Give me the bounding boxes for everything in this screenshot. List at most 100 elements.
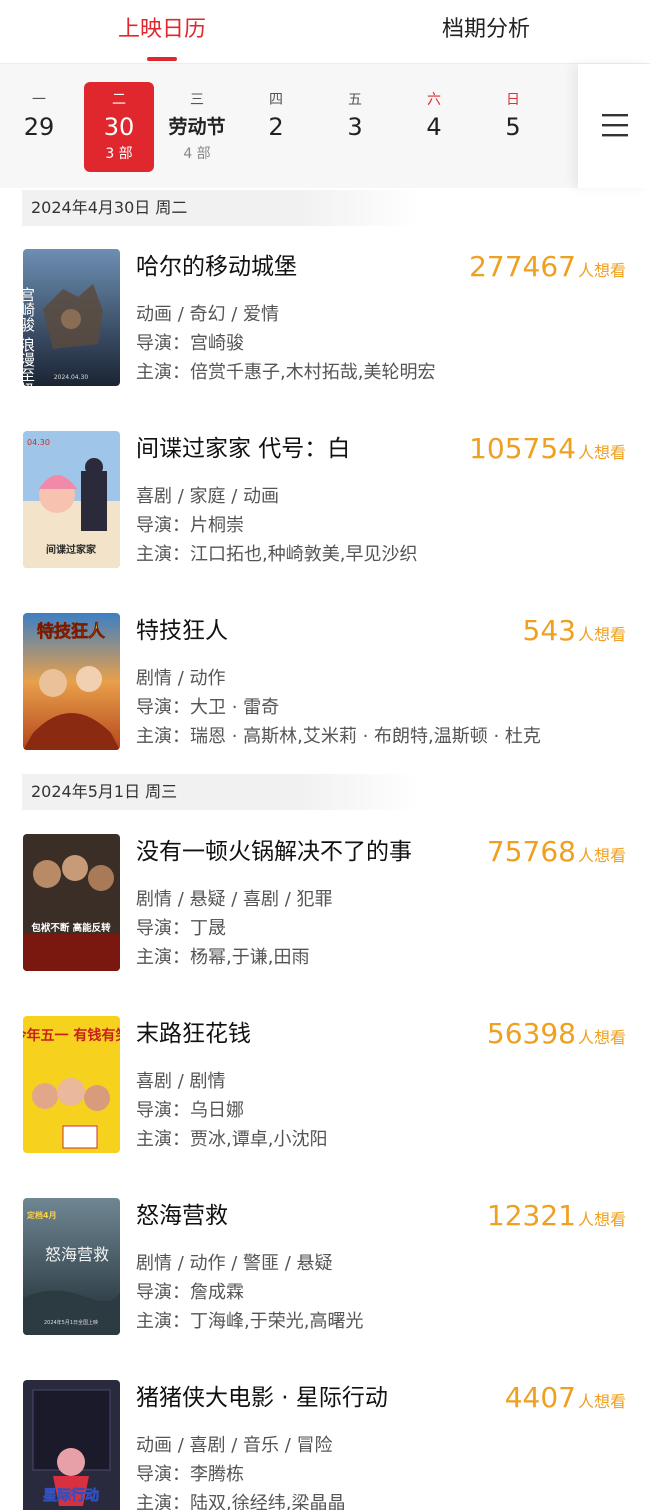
cast-names: 倍赏千惠子,木村拓哉,美轮明宏 bbox=[190, 362, 436, 383]
movie-row[interactable]: 星际行动 猪猪侠大电影 · 星际行动 4407 人想看 动画 / 喜剧 / 音乐 … bbox=[0, 1368, 650, 1510]
want-to-watch: 277467 人想看 bbox=[469, 251, 626, 287]
cast-prefix: 主演： bbox=[136, 544, 190, 565]
want-count: 105754 bbox=[469, 432, 576, 465]
movie-row[interactable]: 特技狂人 特技狂人 543 人想看 剧情 / 动作 导演：大卫 · 雷奇 主演：瑞… bbox=[0, 601, 650, 761]
want-to-watch: 543 人想看 bbox=[523, 615, 626, 651]
director-prefix: 导演： bbox=[136, 697, 190, 718]
weekday-label: 六 bbox=[427, 92, 441, 108]
movie-poster: 定档4月 怒海营救 2024年5月1日全国上映 bbox=[23, 1198, 120, 1335]
want-label: 人想看 bbox=[577, 625, 626, 644]
movie-poster: 04.30 间谍过家家 bbox=[23, 431, 120, 568]
svg-text:2024年5月1日全国上映: 2024年5月1日全国上映 bbox=[44, 1319, 98, 1326]
movie-row[interactable]: 包袱不断 高能反转 没有一顿火锅解决不了的事 75768 人想看 剧情 / 悬疑 … bbox=[0, 822, 650, 982]
active-tab-indicator bbox=[147, 57, 177, 61]
movie-director: 导演：大卫 · 雷奇 bbox=[136, 696, 279, 720]
weekday-label: 日 bbox=[506, 92, 520, 108]
day-number: 30 bbox=[103, 113, 135, 141]
movie-row[interactable]: 宫崎骏 浪漫至极 2024.04.30 哈尔的移动城堡 277467人想看 动画… bbox=[0, 237, 650, 397]
movie-genre: 动画 / 奇幻 / 爱情 bbox=[136, 304, 280, 325]
svg-text:特技狂人: 特技狂人 bbox=[37, 621, 106, 642]
holiday-label: 劳动节 bbox=[168, 116, 226, 138]
movie-count: 4 部 bbox=[183, 146, 211, 162]
movie-title: 末路狂花钱 bbox=[136, 1021, 251, 1047]
director-prefix: 导演： bbox=[136, 333, 190, 354]
menu-icon[interactable] bbox=[602, 112, 628, 138]
want-count: 4407 bbox=[504, 1381, 576, 1414]
svg-text:宫崎骏 浪漫至极: 宫崎骏 浪漫至极 bbox=[23, 287, 36, 386]
movie-genre: 喜剧 / 剧情 bbox=[136, 1071, 226, 1092]
want-to-watch: 75768 人想看 bbox=[487, 836, 626, 872]
cast-names: 贾冰,谭卓,小沈阳 bbox=[190, 1129, 328, 1150]
want-label: 人想看 bbox=[577, 846, 626, 865]
want-label: 人想看 bbox=[577, 1210, 626, 1229]
movie-title: 没有一顿火锅解决不了的事 bbox=[136, 839, 412, 865]
day-number: 3 bbox=[347, 113, 363, 141]
day-number: 2 bbox=[268, 113, 284, 141]
cast-names: 江口拓也,种崎敦美,早见沙织 bbox=[190, 544, 418, 565]
movie-director: 导演：乌日娜 bbox=[136, 1099, 244, 1123]
movie-poster: 特技狂人 bbox=[23, 613, 120, 750]
cast-names: 瑞恩 · 高斯林,艾米莉 · 布朗特,温斯顿 · 杜克 bbox=[190, 726, 541, 747]
day-number: 4 bbox=[426, 113, 442, 141]
movie-cast: 主演：江口拓也,种崎敦美,早见沙织 bbox=[136, 543, 417, 567]
movie-cast: 主演：贾冰,谭卓,小沈阳 bbox=[136, 1128, 327, 1152]
weekday-label: 四 bbox=[269, 92, 283, 108]
weekday-label: 五 bbox=[348, 92, 362, 108]
day-number: 5 bbox=[505, 113, 521, 141]
want-count: 75768 bbox=[486, 835, 576, 868]
cast-prefix: 主演： bbox=[136, 947, 190, 968]
movie-director: 导演：宫崎骏 bbox=[136, 332, 244, 356]
date-item-thu[interactable]: 四 2 bbox=[241, 82, 311, 172]
weekday-label: 三 bbox=[190, 92, 204, 108]
movie-title: 间谍过家家 代号：白 bbox=[136, 436, 351, 462]
date-item-sun[interactable]: 日 5 bbox=[478, 82, 548, 172]
want-label: 人想看 bbox=[577, 1028, 626, 1047]
want-to-watch: 4407 人想看 bbox=[505, 1382, 626, 1418]
tab-release-calendar[interactable]: 上映日历 bbox=[118, 14, 206, 46]
date-selector-bar: 一 29 二 30 3 部 三 劳动节 4 部 四 2 五 3 六 4 日 5 bbox=[0, 64, 650, 188]
want-label: 人想看 bbox=[577, 261, 626, 280]
want-count: 277467 bbox=[469, 250, 576, 283]
date-item-mon[interactable]: 一 29 bbox=[4, 82, 74, 172]
movie-genre: 动画 / 喜剧 / 音乐 / 冒险 bbox=[136, 1435, 333, 1456]
svg-text:星际行动: 星际行动 bbox=[43, 1487, 99, 1504]
day-number: 29 bbox=[23, 113, 55, 141]
movie-director: 导演：李腾栋 bbox=[136, 1463, 244, 1487]
movie-title: 怒海营救 bbox=[136, 1203, 228, 1229]
want-label: 人想看 bbox=[577, 443, 626, 462]
cast-prefix: 主演： bbox=[136, 1129, 190, 1150]
movie-count: 3 部 bbox=[105, 146, 133, 162]
movie-row[interactable]: 今年五一 有钱有笑 末路狂花钱 56398人想看 喜剧 / 剧情 导演：乌日娜 … bbox=[0, 1004, 650, 1164]
director-name: 詹成霖 bbox=[190, 1282, 244, 1303]
movie-cast: 主演：倍赏千惠子,木村拓哉,美轮明宏 bbox=[136, 361, 435, 385]
movie-poster: 星际行动 bbox=[23, 1380, 120, 1510]
movie-title: 特技狂人 bbox=[136, 618, 228, 644]
director-prefix: 导演： bbox=[136, 1100, 190, 1121]
movie-poster: 包袱不断 高能反转 bbox=[23, 834, 120, 971]
director-name: 乌日娜 bbox=[190, 1100, 244, 1121]
want-label: 人想看 bbox=[577, 1392, 626, 1411]
menu-panel bbox=[578, 64, 650, 188]
director-prefix: 导演： bbox=[136, 1282, 190, 1303]
date-item-sat[interactable]: 六 4 bbox=[399, 82, 469, 172]
date-item-fri[interactable]: 五 3 bbox=[320, 82, 390, 172]
movie-poster: 宫崎骏 浪漫至极 2024.04.30 bbox=[23, 249, 120, 386]
section-date-header: 2024年5月1日 周三 bbox=[22, 774, 420, 810]
date-item-wed[interactable]: 三 劳动节 4 部 bbox=[162, 82, 232, 172]
want-count: 12321 bbox=[486, 1199, 576, 1232]
movie-cast: 主演：瑞恩 · 高斯林,艾米莉 · 布朗特,温斯顿 · 杜克 bbox=[136, 725, 541, 749]
svg-text:2024.04.30: 2024.04.30 bbox=[54, 374, 89, 381]
svg-text:间谍过家家: 间谍过家家 bbox=[46, 543, 97, 556]
section-date-header: 2024年4月30日 周二 bbox=[22, 190, 420, 226]
date-item-tue-selected[interactable]: 二 30 3 部 bbox=[84, 82, 154, 172]
movie-row[interactable]: 定档4月 怒海营救 2024年5月1日全国上映 怒海营救 12321 人想看 剧情… bbox=[0, 1186, 650, 1346]
cast-prefix: 主演： bbox=[136, 362, 190, 383]
director-name: 片桐崇 bbox=[190, 515, 244, 536]
movie-row[interactable]: 04.30 间谍过家家 间谍过家家 代号：白 105754 人想看 喜剧 / 家庭… bbox=[0, 419, 650, 579]
cast-prefix: 主演： bbox=[136, 1493, 190, 1510]
movie-cast: 主演：杨幂,于谦,田雨 bbox=[136, 946, 309, 970]
cast-prefix: 主演： bbox=[136, 1311, 190, 1332]
director-prefix: 导演： bbox=[136, 918, 190, 939]
tab-schedule-analysis[interactable]: 档期分析 bbox=[442, 14, 530, 46]
svg-text:包袱不断 高能反转: 包袱不断 高能反转 bbox=[30, 922, 111, 934]
